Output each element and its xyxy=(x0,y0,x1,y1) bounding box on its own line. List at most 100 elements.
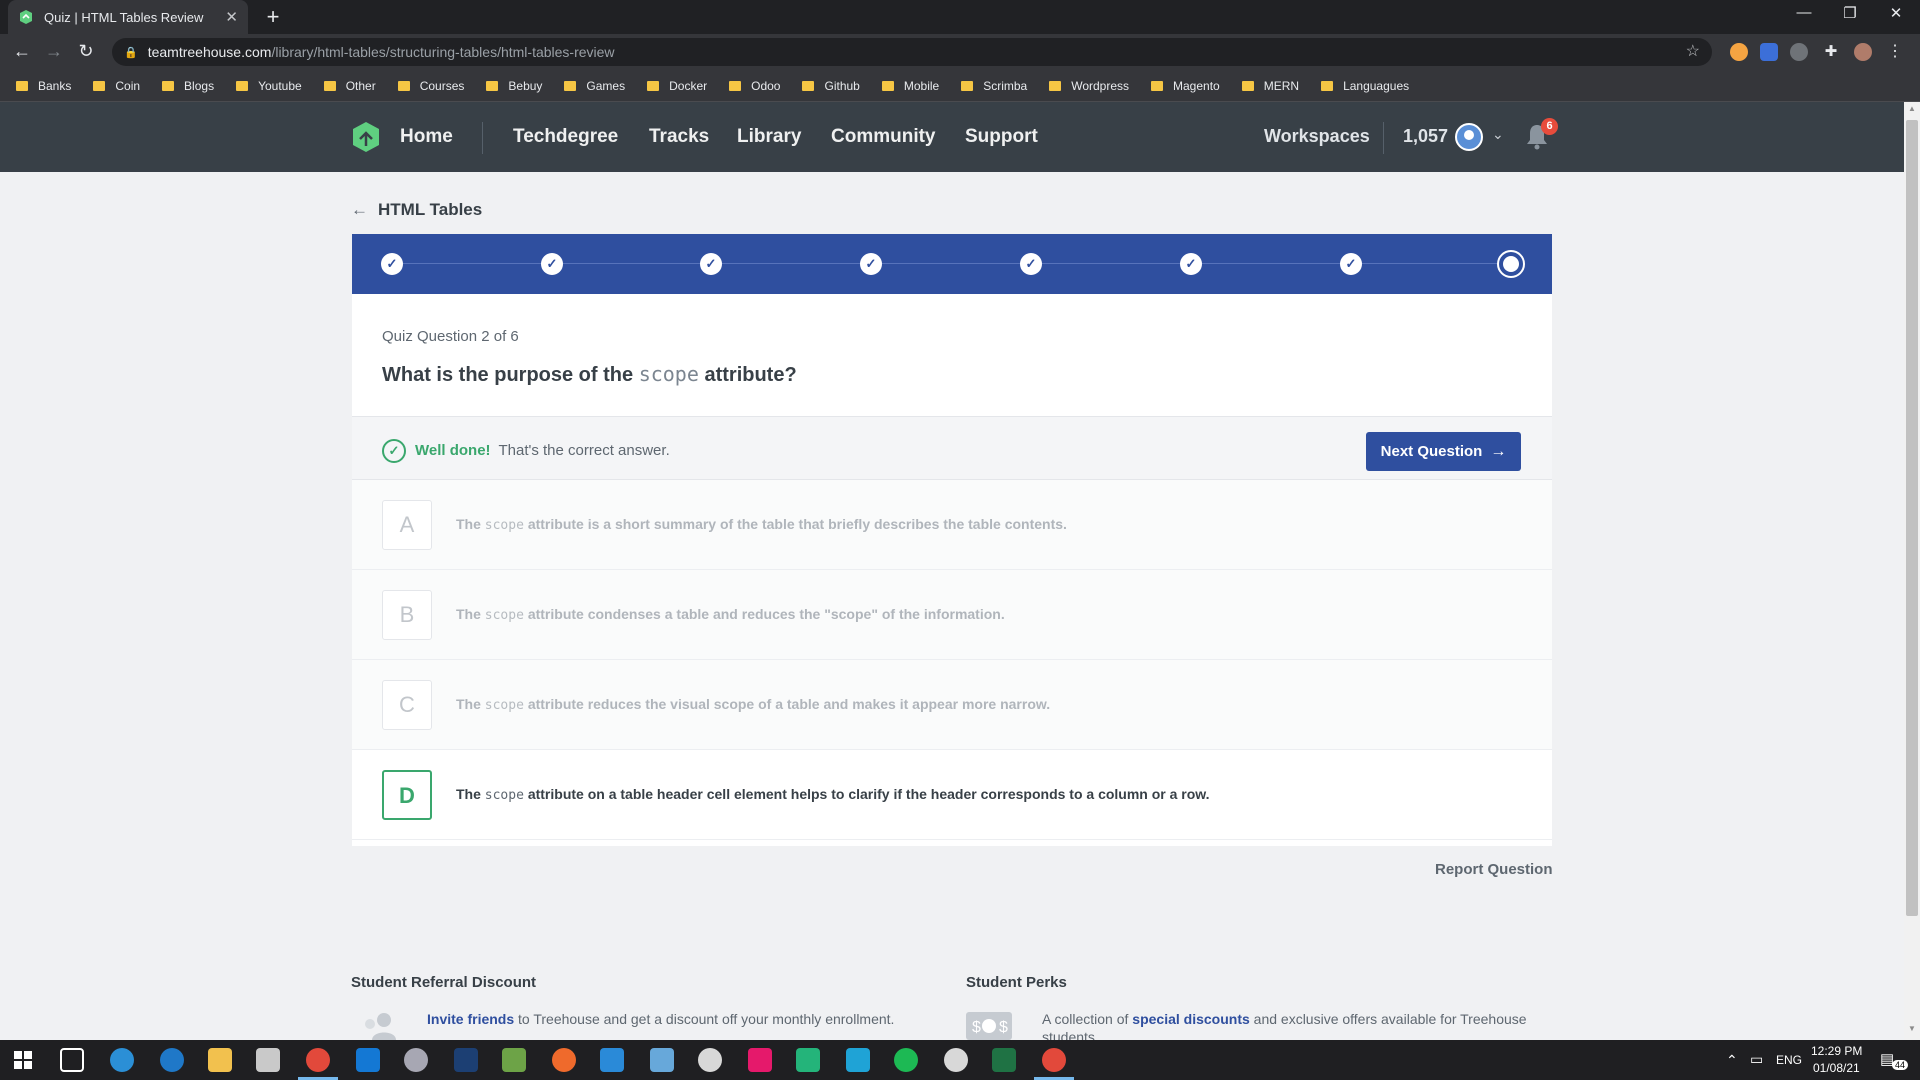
outlook-icon[interactable] xyxy=(356,1048,380,1072)
next-question-button[interactable]: Next Question → xyxy=(1366,432,1521,471)
forward-arrow-icon[interactable]: → xyxy=(42,41,66,62)
webstorm-icon[interactable] xyxy=(846,1048,870,1072)
bookmark-item[interactable]: Blogs xyxy=(162,79,214,93)
bookmark-item[interactable]: Mobile xyxy=(881,78,940,93)
menu-kebab-icon[interactable]: ⋮ xyxy=(1886,43,1904,61)
restore-icon[interactable]: ❐ xyxy=(1830,4,1870,22)
chevron-down-icon[interactable]: ⌄ xyxy=(1492,126,1504,143)
folder-icon xyxy=(486,80,499,91)
bookmark-item[interactable]: Games xyxy=(564,79,625,93)
bookmark-star-icon[interactable]: ☆ xyxy=(1686,41,1700,61)
slack-icon[interactable] xyxy=(944,1048,968,1072)
bookmark-item[interactable]: Courses xyxy=(397,79,464,93)
bookmark-item[interactable]: MERN xyxy=(1241,79,1299,93)
intellij-icon[interactable] xyxy=(748,1048,772,1072)
folder-icon xyxy=(961,80,974,91)
internet-explorer-icon[interactable] xyxy=(160,1048,184,1072)
datagrip-icon[interactable] xyxy=(796,1048,820,1072)
special-discounts-link[interactable]: special discounts xyxy=(1132,1011,1249,1027)
invite-friends-link[interactable]: Invite friends xyxy=(427,1011,514,1027)
browser-tab[interactable]: Quiz | HTML Tables Review ✕ xyxy=(8,0,248,34)
settings-extension-icon[interactable] xyxy=(1790,43,1808,61)
xd-icon[interactable] xyxy=(454,1048,478,1072)
quiz-card: Quiz Question 2 of 6 What is the purpose… xyxy=(352,294,1552,846)
referral-description: to Treehouse and get a discount off your… xyxy=(518,1011,895,1027)
language-indicator[interactable]: ENG xyxy=(1776,1053,1802,1067)
back-to-course-link[interactable]: ← HTML Tables xyxy=(351,200,482,220)
chrome-icon[interactable] xyxy=(1042,1048,1066,1072)
bookmark-item[interactable]: Coin xyxy=(93,79,140,93)
url-path: /library/html-tables/structuring-tables/… xyxy=(271,44,615,60)
answer-option-d[interactable]: D The scope attribute on a table header c… xyxy=(352,750,1552,840)
bookmark-item[interactable]: Github xyxy=(802,79,860,93)
postman-icon[interactable] xyxy=(552,1048,576,1072)
store-icon[interactable] xyxy=(256,1048,280,1072)
bookmark-label: Other xyxy=(345,78,376,93)
folder-icon xyxy=(647,80,660,91)
user-avatar[interactable] xyxy=(1455,123,1483,151)
translate-extension-icon[interactable] xyxy=(1760,43,1778,61)
minimize-icon[interactable]: — xyxy=(1784,4,1824,21)
app-icon[interactable] xyxy=(404,1048,428,1072)
option-code: scope xyxy=(484,518,524,533)
extension-icon[interactable] xyxy=(1730,43,1748,61)
windows-start-icon[interactable] xyxy=(14,1051,32,1069)
bookmark-label: Youtube xyxy=(258,78,302,93)
bookmark-item[interactable]: Magento xyxy=(1151,79,1220,93)
answer-option-b[interactable]: B The scope attribute condenses a table a… xyxy=(352,570,1552,660)
bookmark-item[interactable]: Odoo xyxy=(729,79,780,93)
nav-home[interactable]: Home xyxy=(400,126,453,148)
answer-option-a[interactable]: A The scope attribute is a short summary … xyxy=(352,480,1552,570)
vscode-icon[interactable] xyxy=(600,1048,624,1072)
new-tab-icon[interactable]: + xyxy=(260,4,286,30)
scroll-up-arrow-icon[interactable]: ▲ xyxy=(1904,104,1920,113)
chrome-icon[interactable] xyxy=(306,1048,330,1072)
task-view-icon[interactable] xyxy=(60,1048,84,1072)
clock-date[interactable]: 01/08/21 xyxy=(1813,1061,1860,1075)
network-icon[interactable]: ▭ xyxy=(1750,1051,1763,1068)
next-question-label: Next Question xyxy=(1380,443,1483,460)
close-window-icon[interactable]: ✕ xyxy=(1876,4,1916,22)
nav-tracks[interactable]: Tracks xyxy=(649,126,709,148)
reload-icon[interactable]: ↻ xyxy=(74,41,98,62)
bookmark-item[interactable]: Docker xyxy=(647,79,707,93)
excel-icon[interactable] xyxy=(992,1048,1016,1072)
bookmark-item[interactable]: Scrimba xyxy=(961,79,1027,93)
puzzle-extensions-icon[interactable]: ✚ xyxy=(1822,43,1840,61)
clock-time[interactable]: 12:29 PM xyxy=(1811,1044,1862,1058)
edge-icon[interactable] xyxy=(110,1048,134,1072)
answer-option-c[interactable]: C The scope attribute reduces the visual … xyxy=(352,660,1552,750)
bookmark-item[interactable]: Wordpress xyxy=(1049,79,1129,93)
scroll-down-arrow-icon[interactable]: ▼ xyxy=(1904,1024,1920,1033)
bookmark-item[interactable]: Bebuy xyxy=(486,79,542,93)
notepad-icon[interactable] xyxy=(502,1048,526,1072)
treehouse-logo-icon[interactable] xyxy=(350,121,382,153)
option-code: scope xyxy=(484,698,524,713)
tray-chevron-up-icon[interactable]: ⌃ xyxy=(1726,1052,1738,1069)
file-explorer-icon[interactable] xyxy=(208,1048,232,1072)
address-bar[interactable]: 🔒 teamtreehouse.com/library/html-tables/… xyxy=(112,38,1712,66)
scrollbar-thumb[interactable] xyxy=(1906,120,1918,916)
bookmark-label: Mobile xyxy=(903,78,940,93)
nav-techdegree[interactable]: Techdegree xyxy=(513,126,618,148)
bookmark-item[interactable]: Other xyxy=(323,78,376,93)
spotify-icon[interactable] xyxy=(894,1048,918,1072)
report-question-link[interactable]: Report Question xyxy=(1435,861,1553,878)
referral-text: Invite friends to Treehouse and get a di… xyxy=(427,1010,947,1028)
close-tab-icon[interactable]: ✕ xyxy=(225,8,238,26)
bookmark-item[interactable]: Languagues xyxy=(1321,79,1409,93)
question-title: What is the purpose of the scope attribu… xyxy=(382,362,797,387)
profile-avatar-icon[interactable] xyxy=(1854,43,1872,61)
nav-workspaces[interactable]: Workspaces xyxy=(1264,126,1370,147)
app-window-icon[interactable] xyxy=(650,1048,674,1072)
bookmark-item[interactable]: Banks xyxy=(16,79,71,93)
nav-support[interactable]: Support xyxy=(965,126,1038,148)
nav-community[interactable]: Community xyxy=(831,126,936,148)
slack-icon[interactable] xyxy=(698,1048,722,1072)
course-title: HTML Tables xyxy=(378,200,483,219)
back-arrow-icon[interactable]: ← xyxy=(10,41,34,62)
nav-library[interactable]: Library xyxy=(737,126,801,148)
nav-divider xyxy=(482,122,483,154)
option-letter: A xyxy=(382,500,432,550)
bookmark-item[interactable]: Youtube xyxy=(236,79,302,93)
